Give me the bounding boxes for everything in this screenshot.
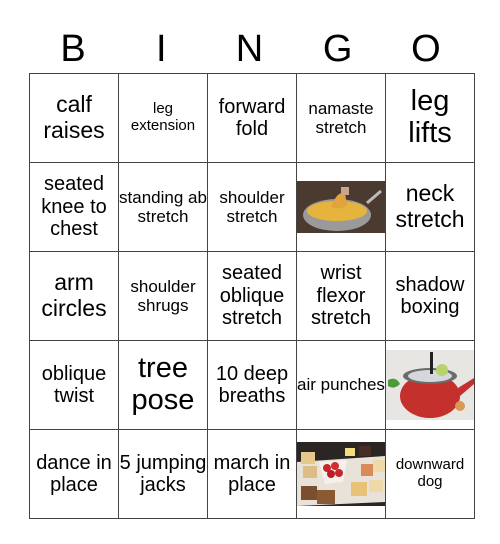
- bingo-cell[interactable]: seated oblique stretch: [207, 251, 297, 341]
- bingo-cell[interactable]: leg lifts: [385, 73, 475, 163]
- board-row: calf raises leg extension forward fold n…: [29, 73, 475, 163]
- bingo-cell[interactable]: 5 jumping jacks: [118, 429, 208, 519]
- header-letter-i: I: [156, 28, 167, 70]
- cell-label: 10 deep breaths: [215, 362, 289, 407]
- bingo-cell[interactable]: oblique twist: [29, 340, 119, 430]
- cheese-fondue-pot-image: [297, 181, 385, 233]
- board-row: dance in place 5 jumping jacks march in …: [29, 429, 475, 519]
- board-row: arm circles shoulder shrugs seated obliq…: [29, 251, 475, 341]
- cell-label: seated knee to chest: [41, 173, 107, 241]
- cell-label: leg extension: [130, 100, 196, 134]
- cell-label: leg lifts: [408, 85, 452, 149]
- bingo-cell-image[interactable]: [385, 340, 475, 430]
- bingo-cell[interactable]: neck stretch: [385, 162, 475, 252]
- bingo-cell[interactable]: standing ab stretch: [118, 162, 208, 252]
- cell-label: shoulder stretch: [219, 187, 285, 226]
- bingo-cell[interactable]: namaste stretch: [296, 73, 386, 163]
- bingo-cell[interactable]: shadow boxing: [385, 251, 475, 341]
- bingo-cell[interactable]: wrist flexor stretch: [296, 251, 386, 341]
- cell-label: tree pose: [131, 352, 195, 416]
- header-letter-g: G: [322, 28, 353, 70]
- cell-label: 5 jumping jacks: [119, 451, 207, 496]
- bingo-cell[interactable]: calf raises: [29, 73, 119, 163]
- bingo-cell-image[interactable]: [296, 429, 386, 519]
- bingo-cell[interactable]: leg extension: [118, 73, 208, 163]
- cell-label: forward fold: [218, 95, 286, 140]
- bingo-cell[interactable]: shoulder stretch: [207, 162, 297, 252]
- header-letter-n: N: [235, 28, 264, 70]
- cell-label: shoulder shrugs: [130, 276, 196, 315]
- bingo-header: B I N G O: [29, 26, 470, 72]
- header-letter-b: B: [60, 28, 86, 70]
- bingo-cell-image[interactable]: [296, 162, 386, 252]
- board-row: oblique twist tree pose 10 deep breaths …: [29, 340, 475, 430]
- header-letter-o: O: [411, 28, 441, 70]
- dessert-platter-image: [297, 442, 385, 506]
- red-mug-drink-image: [386, 350, 474, 420]
- bingo-cell[interactable]: tree pose: [118, 340, 208, 430]
- cell-label: march in place: [213, 451, 291, 496]
- cell-label: arm circles: [41, 269, 107, 321]
- bingo-cell[interactable]: dance in place: [29, 429, 119, 519]
- bingo-board: calf raises leg extension forward fold n…: [29, 73, 475, 519]
- cell-label: oblique twist: [41, 362, 107, 407]
- cell-label: shadow boxing: [395, 273, 465, 318]
- cell-label: neck stretch: [395, 180, 465, 232]
- board-row: seated knee to chest standing ab stretch…: [29, 162, 475, 252]
- cell-label: air punches: [297, 375, 385, 395]
- bingo-cell[interactable]: 10 deep breaths: [207, 340, 297, 430]
- bingo-cell[interactable]: air punches: [296, 340, 386, 430]
- cell-label: calf raises: [43, 91, 105, 143]
- bingo-cell[interactable]: march in place: [207, 429, 297, 519]
- bingo-cell[interactable]: seated knee to chest: [29, 162, 119, 252]
- cell-label: namaste stretch: [308, 98, 374, 137]
- bingo-cell[interactable]: shoulder shrugs: [118, 251, 208, 341]
- cell-label: seated oblique stretch: [219, 262, 285, 330]
- bingo-cell[interactable]: arm circles: [29, 251, 119, 341]
- cell-label: dance in place: [36, 451, 112, 496]
- bingo-cell[interactable]: downward dog: [385, 429, 475, 519]
- cell-label: downward dog: [395, 456, 465, 490]
- cell-label: wrist flexor stretch: [310, 262, 372, 330]
- bingo-cell[interactable]: forward fold: [207, 73, 297, 163]
- cell-label: standing ab stretch: [119, 187, 207, 226]
